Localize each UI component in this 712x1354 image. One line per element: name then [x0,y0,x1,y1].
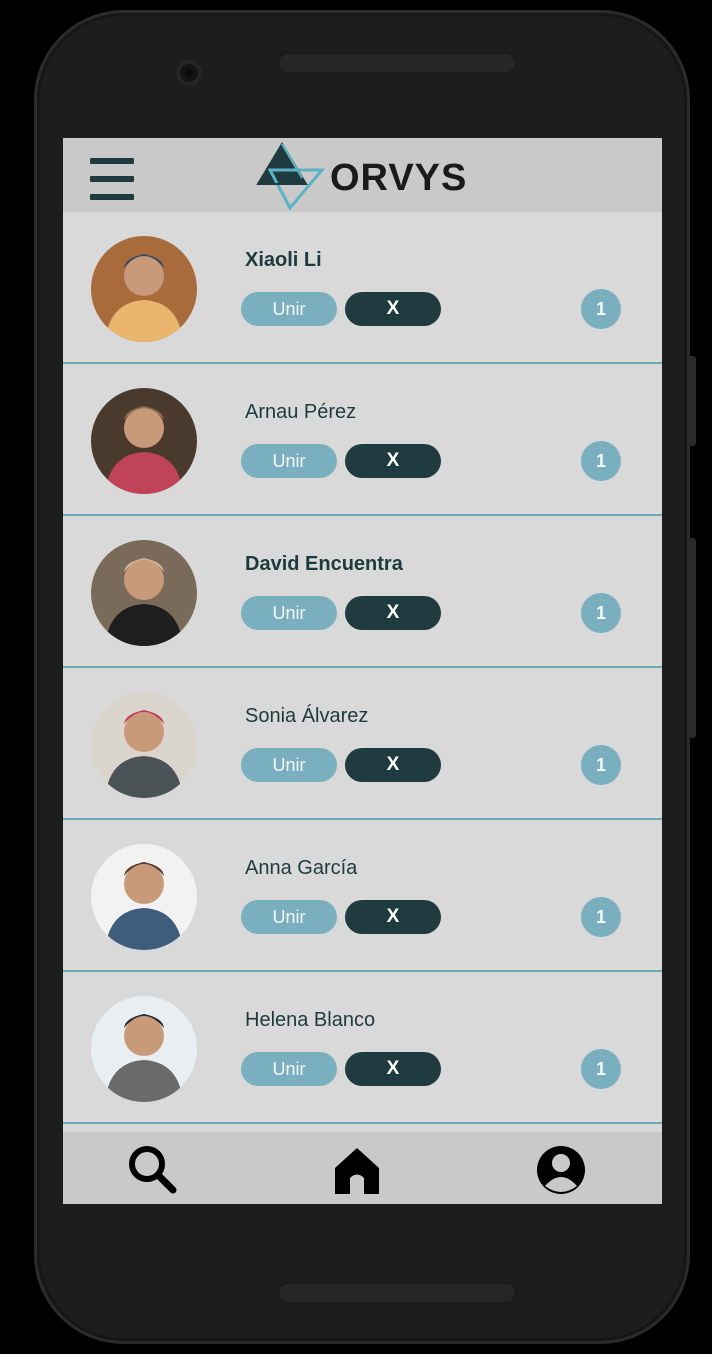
contact-row[interactable]: Sonia Álvarez Unir X 1 [63,668,662,820]
search-icon[interactable] [127,1144,179,1196]
dismiss-button[interactable]: X [345,1052,441,1086]
contact-row[interactable]: Anna García Unir X 1 [63,820,662,972]
contact-name: Helena Blanco [245,1009,376,1031]
contact-row[interactable]: David Encuentra Unir X 1 [63,516,662,668]
join-button[interactable]: Unir [241,596,337,630]
contact-list: Xiaoli Li Unir X 1 Arnau Pérez Unir X 1 David En… [63,212,662,1124]
brand-wordmark: ORVYS [330,156,467,200]
count-badge: 1 [581,1049,621,1089]
contact-avatar[interactable] [91,996,197,1102]
brand-text: ORVYS [330,157,468,199]
bottom-navigation [63,1132,662,1204]
dismiss-button[interactable]: X [345,596,441,630]
contact-name: Arnau Pérez [245,401,357,423]
count-badge: 1 [581,897,621,937]
dismiss-button[interactable]: X [345,292,441,326]
app-screen: ORVYS Xiaoli Li Unir X 1 Arnau Pérez Unir X 1 Da… [63,138,662,1204]
dismiss-button[interactable]: X [345,444,441,478]
join-button[interactable]: Unir [241,444,337,478]
contact-avatar[interactable] [91,692,197,798]
orvys-triangle-logo-icon [256,142,326,211]
volume-button [690,538,696,738]
count-badge: 1 [581,745,621,785]
count-badge: 1 [581,441,621,481]
top-app-bar: ORVYS [63,138,662,212]
contact-name: David Encuentra [245,553,403,575]
contact-name: Xiaoli Li [245,249,322,271]
contact-name: Anna García [245,857,358,879]
power-button [690,356,696,446]
orvys-logo: ORVYS [256,140,476,212]
contact-avatar[interactable] [91,540,197,646]
hamburger-menu-icon[interactable] [90,158,136,200]
join-button[interactable]: Unir [241,292,337,326]
join-button[interactable]: Unir [241,1052,337,1086]
join-button[interactable]: Unir [241,748,337,782]
count-badge: 1 [581,593,621,633]
front-camera [176,60,202,86]
contact-row[interactable]: Arnau Pérez Unir X 1 [63,364,662,516]
contact-name: Sonia Álvarez [245,705,369,727]
bottom-speaker [277,1282,517,1304]
dismiss-button[interactable]: X [345,900,441,934]
contact-avatar[interactable] [91,388,197,494]
join-button[interactable]: Unir [241,900,337,934]
earpiece-speaker [277,52,517,74]
contact-avatar[interactable] [91,844,197,950]
dismiss-button[interactable]: X [345,748,441,782]
home-icon[interactable] [331,1144,383,1196]
contact-row[interactable]: Xiaoli Li Unir X 1 [63,212,662,364]
profile-icon[interactable] [535,1144,587,1196]
count-badge: 1 [581,289,621,329]
contact-avatar[interactable] [91,236,197,342]
contact-row[interactable]: Helena Blanco Unir X 1 [63,972,662,1124]
